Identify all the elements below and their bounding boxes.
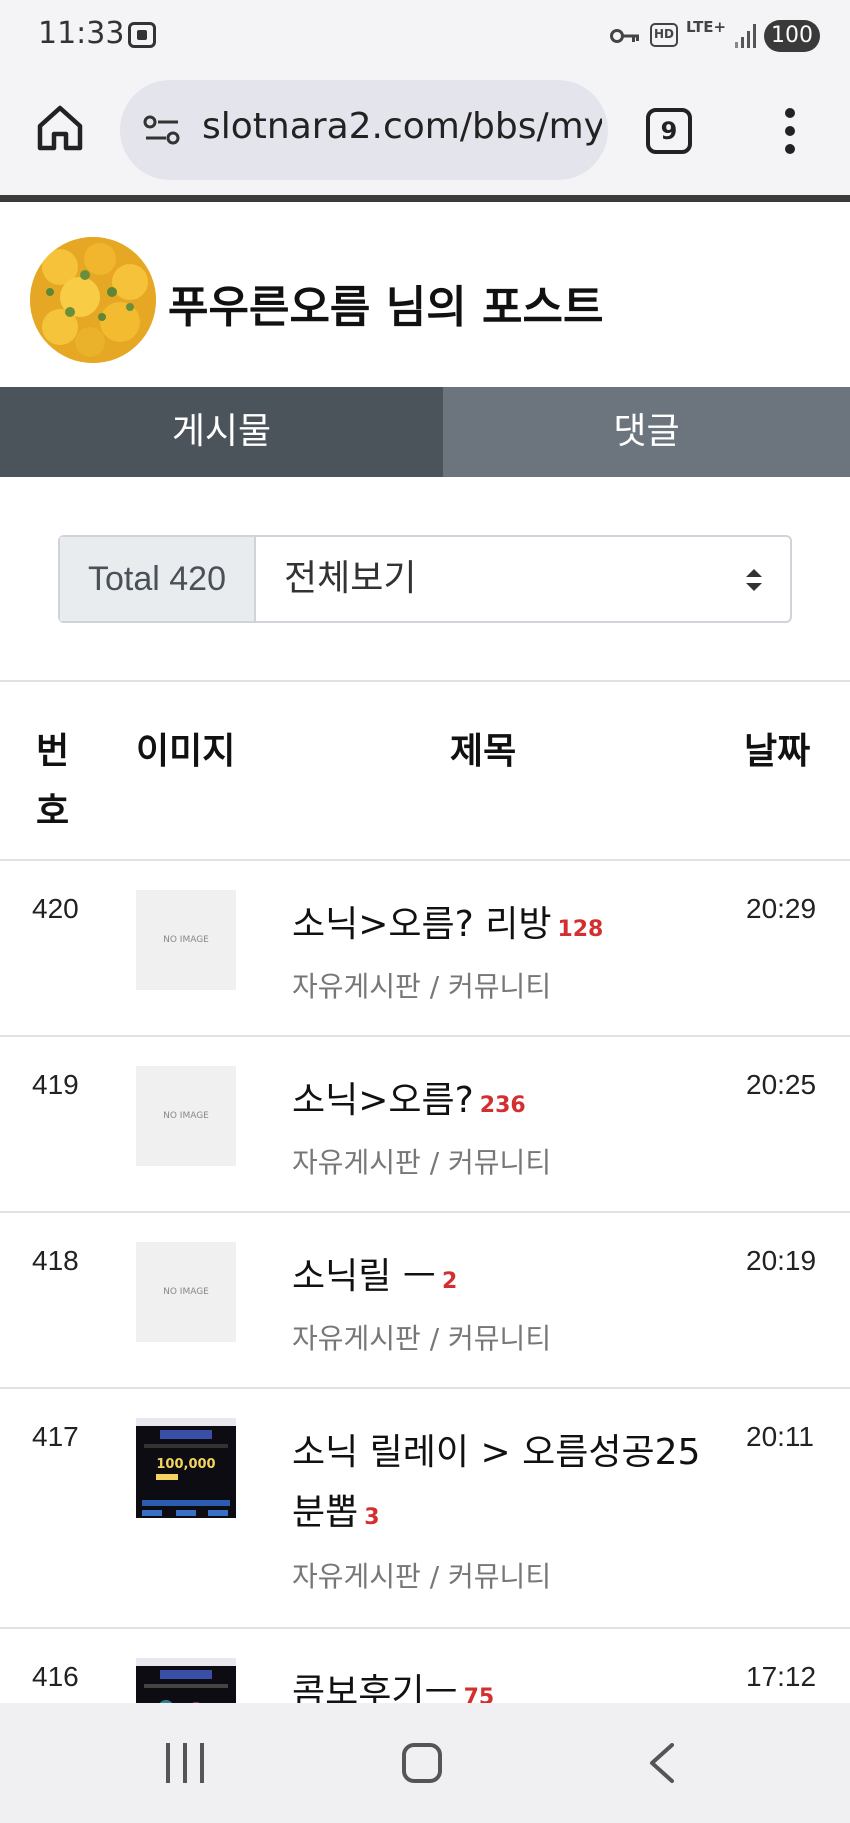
key-icon (610, 29, 639, 43)
row-title[interactable]: 소닉 릴레이 > 오름성공25분뽑 (292, 1432, 700, 1533)
row-date: 20:29 (746, 893, 817, 924)
row-number: 420 (32, 893, 79, 924)
system-nav-bar (0, 1703, 850, 1823)
comment-count: 128 (557, 917, 604, 942)
select-caret-icon (746, 569, 762, 591)
status-bar: 11:33 HD LTE+ 100 (0, 0, 850, 72)
row-number: 417 (32, 1421, 79, 1452)
page-title: 푸우른오름 님의 포스트 (168, 282, 604, 333)
comment-count: 236 (479, 1093, 526, 1118)
row-category: 자유게시판 / 커뮤니티 (292, 1322, 552, 1355)
row-title-link[interactable]: 소닉>오름? 236 (292, 1071, 722, 1136)
row-thumbnail[interactable]: 100,000 (136, 1418, 236, 1518)
signal-icon (735, 24, 756, 48)
row-number: 418 (32, 1245, 79, 1276)
column-header-image: 이미지 (136, 731, 236, 772)
network-label: LTE+ (686, 18, 727, 36)
browser-toolbar: slotnara2.com/bbs/my 9 (0, 72, 850, 202)
home-icon[interactable] (402, 1743, 442, 1783)
no-image-label: NO IMAGE (163, 1111, 209, 1121)
avatar (30, 237, 156, 363)
category-select-value: 전체보기 (284, 558, 417, 599)
row-date: 17:12 (746, 1661, 817, 1692)
hd-voice-icon: HD (650, 23, 678, 47)
tab-posts[interactable]: 게시물 (0, 387, 443, 477)
row-title-link[interactable]: 소닉릴 ㅡ2 (292, 1247, 722, 1312)
url-text[interactable]: slotnara2.com/bbs/my (202, 106, 602, 147)
category-select[interactable]: 전체보기 (256, 537, 790, 621)
row-thumbnail[interactable]: NO IMAGE (136, 1066, 236, 1166)
row-title[interactable]: 소닉릴 ㅡ (292, 1256, 436, 1297)
row-title-link[interactable]: 소닉>오름? 리방 128 (292, 895, 722, 960)
table-header: 번호 이미지 제목 날짜 (0, 680, 850, 861)
table-row[interactable]: 417 100,000 소닉 릴레이 > 오름성공25분뽑 3 자유게시판 / 커… (0, 1389, 850, 1629)
row-title[interactable]: 소닉>오름? (292, 1080, 474, 1121)
row-date: 20:11 (746, 1421, 814, 1452)
site-settings-icon[interactable] (142, 114, 182, 146)
total-count-label: Total 420 (60, 537, 256, 621)
table-row[interactable]: 420 NO IMAGE 소닉>오름? 리방 128 자유게시판 / 커뮤니티 2… (0, 861, 850, 1037)
column-header-date: 날짜 (744, 731, 811, 772)
no-image-label: NO IMAGE (163, 1287, 209, 1297)
url-bar[interactable]: slotnara2.com/bbs/my (120, 80, 608, 180)
screen-record-icon (128, 22, 156, 48)
table-row[interactable]: 418 NO IMAGE 소닉릴 ㅡ2 자유게시판 / 커뮤니티 20:19 (0, 1213, 850, 1389)
row-number: 416 (32, 1661, 79, 1692)
thumbnail-amount: 100,000 (156, 1457, 215, 1472)
recent-apps-icon[interactable] (166, 1743, 206, 1783)
row-date: 20:25 (746, 1069, 817, 1100)
status-time: 11:33 (38, 16, 125, 51)
tab-comments[interactable]: 댓글 (443, 387, 850, 477)
row-category: 자유게시판 / 커뮤니티 (292, 1560, 552, 1593)
row-number: 419 (32, 1069, 79, 1100)
battery-icon: 100 (764, 20, 820, 52)
table-row[interactable]: 419 NO IMAGE 소닉>오름? 236 자유게시판 / 커뮤니티 20:2… (0, 1037, 850, 1213)
row-thumbnail[interactable]: NO IMAGE (136, 890, 236, 990)
column-header-num: 번호 (36, 731, 70, 832)
more-vert-icon[interactable] (770, 108, 810, 154)
row-title-link[interactable]: 소닉 릴레이 > 오름성공25분뽑 3 (292, 1423, 722, 1548)
back-icon[interactable] (648, 1743, 676, 1783)
profile-header: 푸우른오름 님의 포스트 (0, 209, 850, 387)
filter-group: Total 420 전체보기 (58, 535, 792, 623)
row-title[interactable]: 소닉>오름? 리방 (292, 904, 551, 945)
home-icon[interactable] (34, 102, 86, 154)
tabs-icon[interactable]: 9 (646, 108, 692, 154)
column-header-title: 제목 (450, 731, 517, 772)
row-category: 자유게시판 / 커뮤니티 (292, 1146, 552, 1179)
no-image-label: NO IMAGE (163, 935, 209, 945)
row-category: 자유게시판 / 커뮤니티 (292, 970, 552, 1003)
row-date: 20:19 (746, 1245, 817, 1276)
comment-count: 2 (441, 1269, 458, 1294)
comment-count: 3 (364, 1505, 380, 1530)
screenshot-thumbnail-image: 100,000 (136, 1418, 236, 1518)
tab-bar: 게시물 댓글 (0, 387, 850, 477)
row-thumbnail[interactable]: NO IMAGE (136, 1242, 236, 1342)
